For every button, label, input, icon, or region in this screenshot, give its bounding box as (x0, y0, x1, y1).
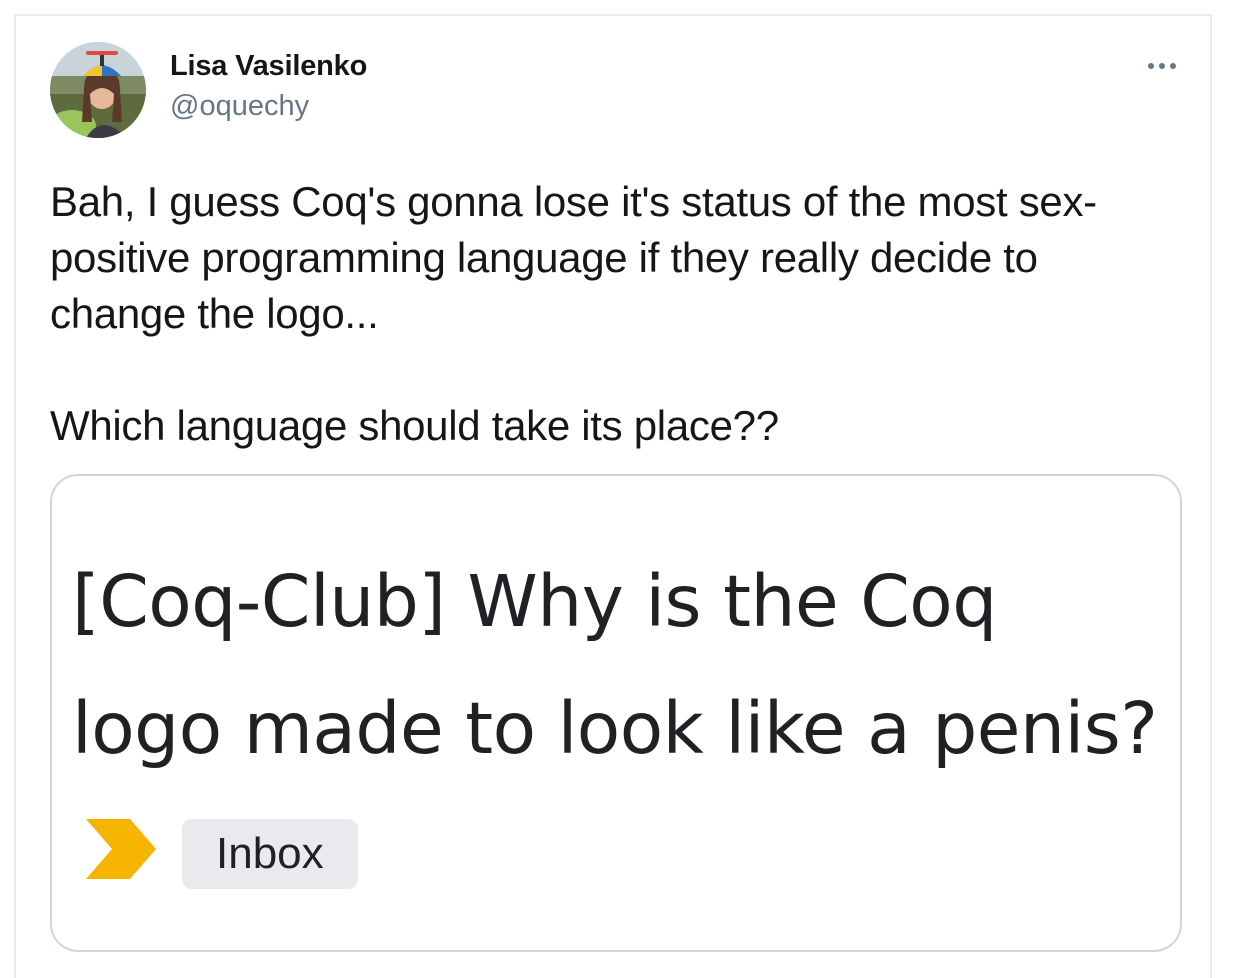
tweet-text-line: Bah, I guess Coq's gonna lose it's statu… (50, 178, 1097, 225)
tweet-text: Bah, I guess Coq's gonna lose it's statu… (50, 174, 1190, 454)
dot (1148, 63, 1154, 69)
avatar-image (50, 42, 146, 138)
attached-image[interactable]: [Coq-Club] Why is the Coq logo made to l… (50, 474, 1182, 952)
avatar[interactable] (50, 42, 146, 138)
dot (1159, 63, 1165, 69)
tweet-text-line: positive programming language if they re… (50, 234, 1038, 281)
tweet-card: Lisa Vasilenko @oquechy Bah, I guess Coq… (14, 14, 1212, 978)
page: Lisa Vasilenko @oquechy Bah, I guess Coq… (0, 0, 1254, 978)
email-subject: [Coq-Club] Why is the Coq logo made to l… (72, 560, 1158, 770)
inbox-label: Inbox (182, 819, 358, 890)
tweet-text-line: change the logo... (50, 290, 379, 337)
importance-marker-icon (86, 791, 158, 918)
email-subject-screenshot: [Coq-Club] Why is the Coq logo made to l… (72, 538, 1162, 924)
author-name[interactable]: Lisa Vasilenko (170, 50, 367, 83)
dot (1170, 63, 1176, 69)
author-handle[interactable]: @oquechy (170, 90, 309, 123)
more-options-icon[interactable] (1142, 50, 1182, 82)
tweet-text-line: Which language should take its place?? (50, 402, 779, 449)
